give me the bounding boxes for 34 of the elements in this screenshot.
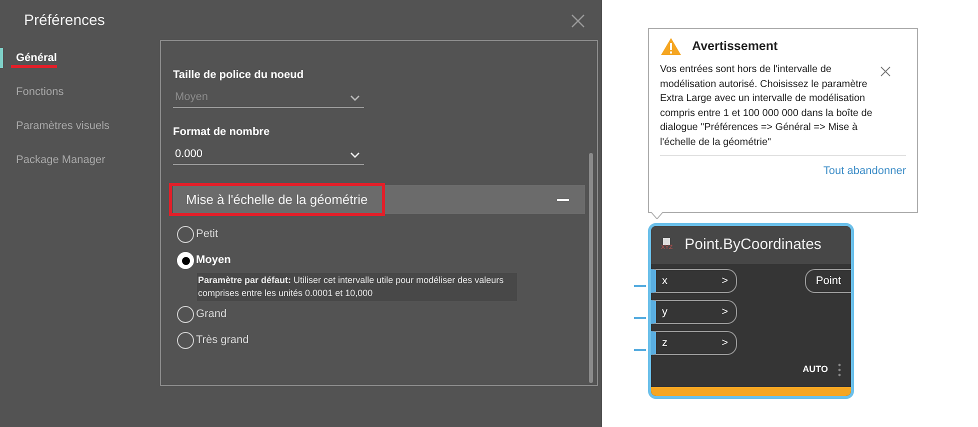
warning-message: Vos entrées sont hors de l'intervalle de modélisation autorisé. Choisissez le paramètre Extra Large avec un intervalle de modélisation compris entre 1 et 100 000 000 dans la boîte de dialogue "Préférences => Général => Mise à l'échelle de la géométrie"	[660, 63, 874, 150]
scrollbar[interactable]	[589, 153, 593, 383]
option-description: Paramètre par défaut: Utiliser cet intervalle utile pour modéliser des valeurs comprises entre les unités 0.0001 et 10,000	[197, 273, 517, 301]
close-icon[interactable]	[570, 13, 586, 29]
warning-title: Avertissement	[692, 38, 778, 56]
chevron-icon	[350, 94, 360, 100]
wire	[634, 317, 646, 319]
close-icon[interactable]	[880, 66, 891, 77]
radio-button[interactable]	[177, 226, 194, 243]
node-title: Point.ByCoordinates	[684, 234, 822, 255]
field-label: Taille de police du noeud	[173, 68, 305, 83]
dropdown[interactable]: 0.000	[173, 145, 364, 165]
input-port[interactable]: y >	[651, 300, 737, 324]
wire	[634, 349, 646, 351]
radio-label: Petit	[196, 227, 218, 242]
output-port[interactable]: Point	[804, 269, 851, 293]
radio-label: Très grand	[196, 333, 249, 348]
input-port[interactable]: z >	[651, 331, 737, 355]
sidebar-item[interactable]: Général	[0, 48, 160, 68]
dialog-title: Préférences	[24, 10, 105, 31]
radio-label: Grand	[196, 307, 227, 322]
node-icon	[663, 238, 670, 245]
radio-label: Moyen	[196, 253, 231, 268]
more-icon[interactable]	[838, 363, 841, 377]
input-port[interactable]: x >	[651, 269, 737, 293]
radio-button[interactable]	[177, 332, 194, 349]
lacing-label: AUTO	[802, 363, 828, 376]
discard-all-link[interactable]: Tout abandonner	[823, 163, 906, 180]
radio-button[interactable]	[177, 306, 194, 323]
chevron-icon	[350, 152, 360, 158]
field-label: Format de nombre	[173, 125, 271, 140]
wire	[634, 285, 646, 287]
warning-icon	[660, 37, 682, 56]
section-title: Mise à l'échelle de la géométrie	[169, 183, 385, 216]
